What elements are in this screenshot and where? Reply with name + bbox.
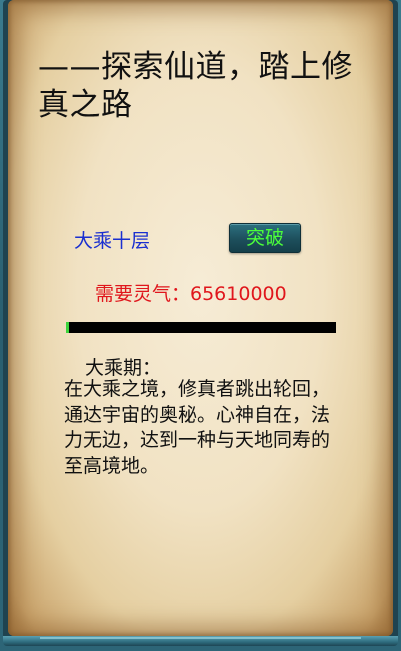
realm-name: 大乘十层 <box>74 230 151 252</box>
description-body: 在大乘之境，修真者跳出轮回，通达宇宙的奥秘。心神自在，法力无边，达到一种与天地同… <box>64 378 331 477</box>
frame-bottom-shine <box>40 637 361 639</box>
page-title: ——探索仙道，踏上修真之路 <box>38 49 353 123</box>
spirit-progress-bar <box>66 322 336 333</box>
breakthrough-button[interactable]: 突破 <box>229 223 301 253</box>
description-heading: 大乘期： <box>85 357 162 379</box>
spirit-requirement: 需要灵气：65610000 <box>95 283 287 305</box>
spirit-progress-fill <box>66 322 69 333</box>
